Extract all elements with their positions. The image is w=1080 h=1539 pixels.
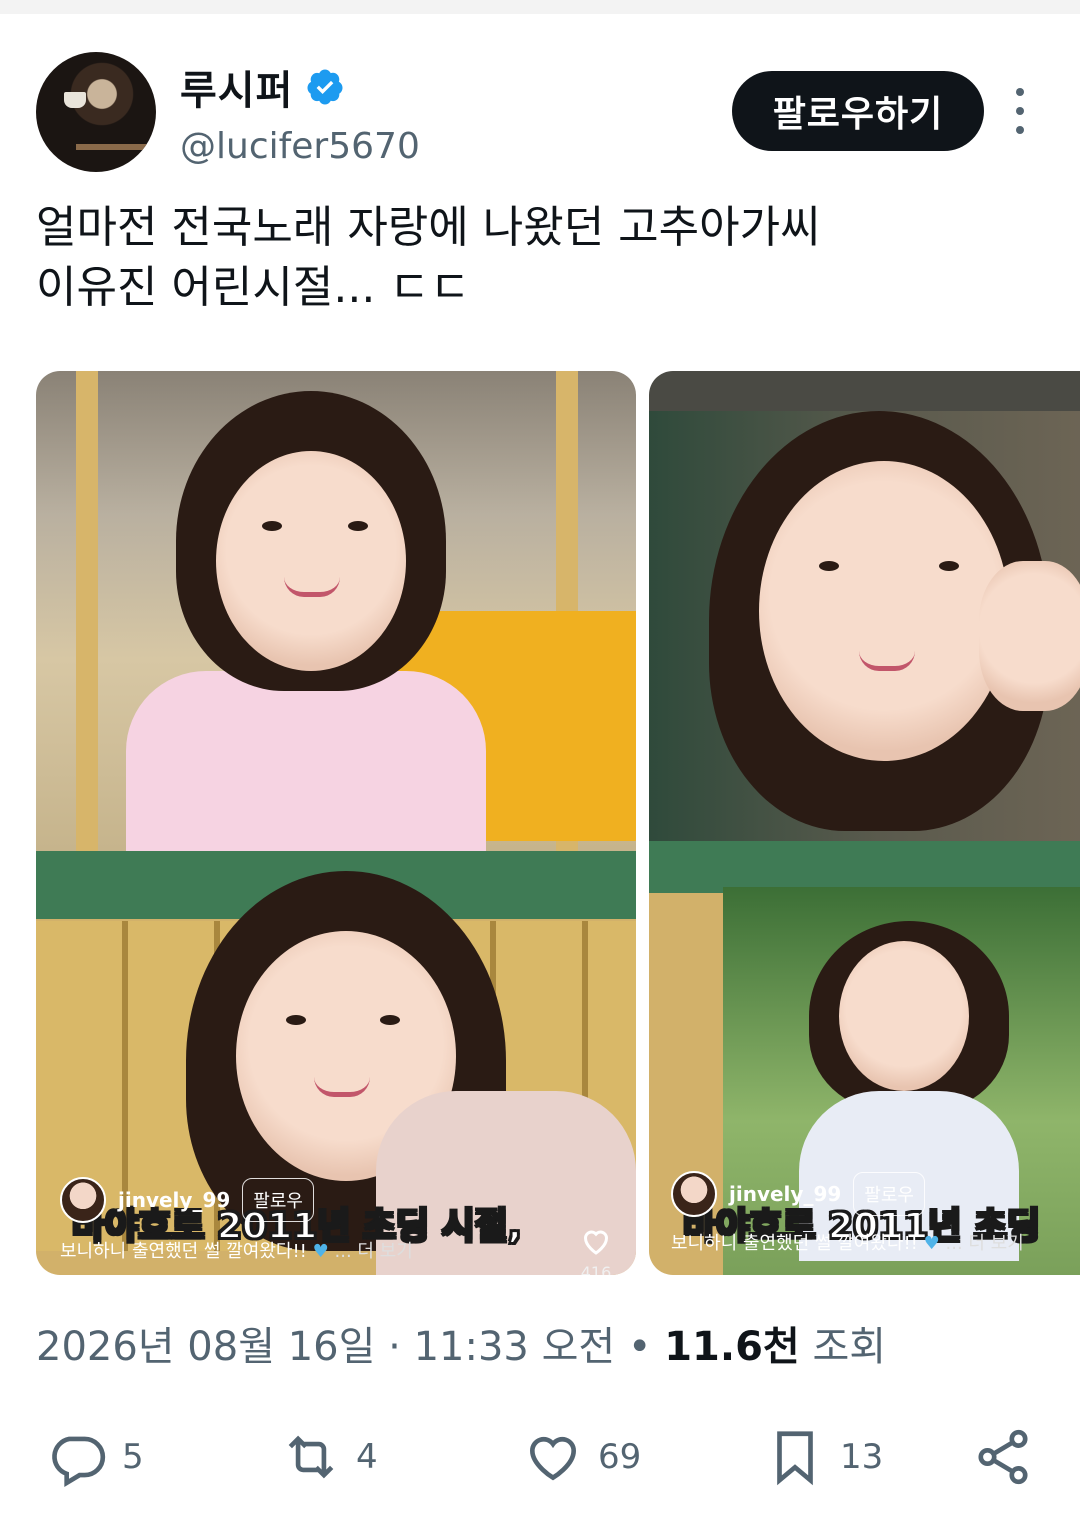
- video-description-text: 보니하니 출연했던 썰 깔여왔다!!: [60, 1241, 307, 1262]
- view-count[interactable]: 11.6천: [664, 1324, 800, 1370]
- avatar-detail: [64, 92, 86, 108]
- more-dot: [1016, 107, 1024, 115]
- tweet-action-bar: 5 4 69 13: [0, 1426, 1080, 1498]
- tweet-text: 얼마전 전국노래 자랑에 나왔던 고추아가씨 이유진 어린시절... ㄷㄷ: [36, 198, 1046, 318]
- meta-separator: ·: [388, 1324, 414, 1370]
- video-more-link[interactable]: ... 더 보기: [946, 1233, 1024, 1254]
- heart-emoji-icon: ♥: [923, 1233, 940, 1254]
- video-follow-button[interactable]: 팔로우: [242, 1178, 314, 1222]
- photo-face: [759, 461, 1009, 761]
- status-strip: [0, 0, 1080, 14]
- author-name-row[interactable]: 루시퍼: [180, 58, 345, 116]
- photo-eye: [380, 1015, 400, 1025]
- repost-icon: [288, 1435, 334, 1479]
- like-button[interactable]: 69: [522, 1426, 641, 1488]
- heart-icon[interactable]: [578, 1223, 614, 1259]
- video-description: 보니하니 출연했던 썰 깔여왔다!! ♥ ... 더 보기: [60, 1237, 413, 1263]
- tweet-text-line: 얼마전 전국노래 자랑에 나왔던 고추아가씨: [36, 202, 821, 253]
- meta-separator: •: [627, 1324, 665, 1370]
- avatar-detail: [76, 144, 156, 150]
- like-count: 69: [598, 1437, 642, 1477]
- photo-eye: [262, 521, 282, 531]
- video-description-text: 보니하니 출연했던 썰 깔여왔다!!: [671, 1233, 918, 1254]
- author-name[interactable]: 루시퍼: [180, 58, 293, 116]
- photo-shirt: [126, 671, 486, 851]
- share-icon: [978, 1429, 1028, 1485]
- heart-emoji-icon: ♥: [312, 1241, 329, 1262]
- photo-face: [839, 941, 969, 1091]
- video-user-avatar[interactable]: [60, 1177, 106, 1223]
- video-like-count: 416: [580, 1263, 612, 1275]
- tweet-date[interactable]: 2026년 08월 16일: [36, 1324, 375, 1370]
- heart-icon: [530, 1436, 576, 1481]
- more-dot: [1016, 88, 1024, 96]
- photo-eye: [819, 561, 839, 571]
- photo-hand: [979, 561, 1080, 711]
- follow-button[interactable]: 팔로우하기: [732, 71, 984, 151]
- media-image-1[interactable]: 바야흐로 2011년 초딩 시절, 416 26 14 ••• jinvely_…: [36, 371, 636, 1275]
- photo-playground: [36, 371, 636, 851]
- repost-button[interactable]: 4: [280, 1426, 378, 1488]
- media-image-2[interactable]: 바야흐로 2011년 초딩 jinvely_99 팔로우 보니하니 출연했던 썰…: [649, 371, 1080, 1275]
- tweet-meta: 2026년 08월 16일 · 11:33 오전 • 11.6천 조회: [36, 1314, 886, 1372]
- video-user-avatar[interactable]: [671, 1171, 717, 1217]
- photo-eye: [939, 561, 959, 571]
- video-user-name[interactable]: jinvely_99: [118, 1188, 230, 1212]
- tweet-text-line: 이유진 어린시절... ㄷㄷ: [36, 262, 471, 313]
- tweet-time[interactable]: 11:33 오전: [414, 1324, 616, 1370]
- video-follow-button[interactable]: 팔로우: [853, 1172, 925, 1216]
- photo-face: [216, 451, 406, 671]
- author-handle[interactable]: @lucifer5670: [180, 126, 420, 167]
- video-user-row[interactable]: jinvely_99 팔로우: [60, 1177, 314, 1223]
- bookmark-icon: [777, 1431, 813, 1486]
- photo-eye: [286, 1015, 306, 1025]
- photo-selfie: [649, 411, 1080, 841]
- video-side-actions: 416 26 14 •••: [576, 1223, 616, 1275]
- view-label: 조회: [812, 1324, 887, 1370]
- photo-band: [649, 371, 1080, 411]
- share-button[interactable]: [972, 1426, 1034, 1488]
- repost-count: 4: [356, 1437, 378, 1477]
- reply-icon: [52, 1436, 106, 1487]
- video-user-row[interactable]: jinvely_99 팔로우: [671, 1171, 925, 1217]
- reply-button[interactable]: 5: [46, 1426, 144, 1488]
- reply-count: 5: [122, 1437, 144, 1477]
- bookmark-button[interactable]: 13: [764, 1426, 883, 1488]
- video-more-link[interactable]: ... 더 보기: [335, 1241, 413, 1262]
- verified-badge-icon: [307, 69, 343, 105]
- photo-eye: [348, 521, 368, 531]
- video-description: 보니하니 출연했던 썰 깔여왔다!! ♥ ... 더 보기: [671, 1229, 1024, 1255]
- bookmark-count: 13: [840, 1437, 884, 1477]
- video-user-name[interactable]: jinvely_99: [729, 1182, 841, 1206]
- more-dot: [1016, 126, 1024, 134]
- more-vertical-icon[interactable]: [1004, 88, 1036, 134]
- author-avatar[interactable]: [36, 52, 156, 172]
- photo-detail: [76, 371, 98, 851]
